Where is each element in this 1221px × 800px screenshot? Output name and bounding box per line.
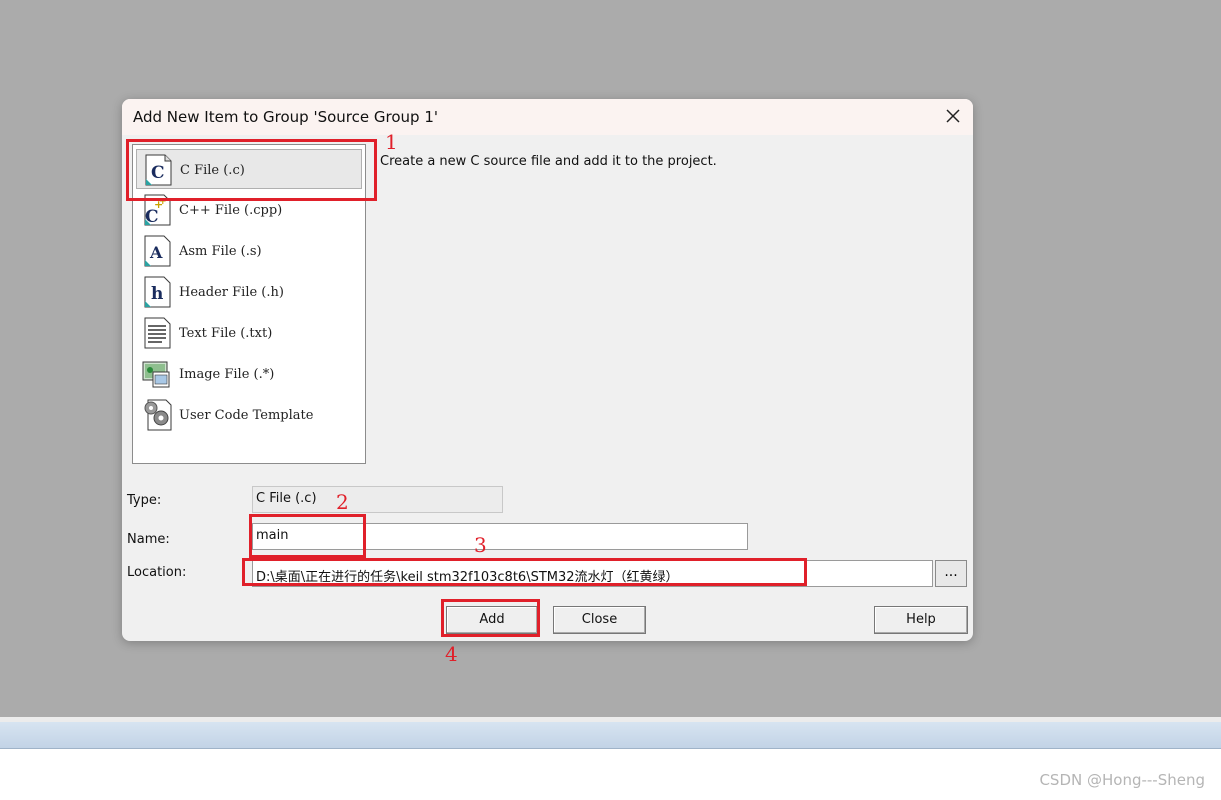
image-file-icon: [142, 361, 170, 388]
annotation-number-1: 1: [385, 130, 398, 154]
file-type-label: Asm File (.s): [179, 244, 262, 259]
svg-text:+: +: [159, 197, 167, 207]
type-label: Type:: [127, 493, 162, 508]
file-type-asm[interactable]: A Asm File (.s): [136, 231, 362, 271]
annotation-number-2: 2: [336, 490, 349, 514]
user-code-template-icon: [144, 399, 172, 431]
taskbar-strip: [0, 722, 1221, 749]
file-type-image[interactable]: Image File (.*): [136, 354, 362, 394]
add-new-item-dialog: Add New Item to Group 'Source Group 1' C…: [122, 99, 973, 641]
file-type-label: User Code Template: [179, 408, 314, 423]
c-file-icon: C: [145, 154, 172, 186]
location-label: Location:: [127, 565, 187, 580]
close-button[interactable]: Close: [553, 606, 646, 634]
add-button[interactable]: Add: [446, 606, 538, 634]
file-type-cpp[interactable]: C + + C++ File (.cpp): [136, 190, 362, 230]
file-type-description: Create a new C source file and add it to…: [380, 154, 717, 169]
file-type-list: C C File (.c) C + + C++ File (.cpp) A As…: [132, 144, 366, 464]
annotation-number-3: 3: [474, 533, 487, 557]
file-type-header[interactable]: h Header File (.h): [136, 272, 362, 312]
close-icon[interactable]: [944, 107, 962, 125]
page-footer: [0, 749, 1221, 800]
annotation-number-4: 4: [445, 642, 458, 666]
type-field: C File (.c): [252, 486, 503, 513]
browse-button[interactable]: ...: [935, 560, 967, 587]
asm-file-icon: A: [144, 235, 171, 267]
dialog-title: Add New Item to Group 'Source Group 1': [133, 108, 438, 126]
svg-text:A: A: [149, 243, 163, 262]
file-type-label: C++ File (.cpp): [179, 203, 283, 218]
svg-text:h: h: [151, 284, 163, 304]
file-type-label: Header File (.h): [179, 285, 284, 300]
file-type-label: Text File (.txt): [179, 326, 273, 341]
file-type-user-code-template[interactable]: User Code Template: [136, 395, 362, 435]
name-input[interactable]: main: [252, 523, 748, 550]
text-file-icon: [144, 317, 171, 349]
watermark: CSDN @Hong---Sheng: [1039, 771, 1205, 789]
svg-text:C: C: [151, 163, 165, 183]
header-file-icon: h: [144, 276, 171, 308]
file-type-label: C File (.c): [180, 163, 245, 178]
file-type-label: Image File (.*): [179, 367, 275, 382]
cpp-file-icon: C + +: [144, 194, 171, 226]
file-type-c[interactable]: C C File (.c): [136, 149, 362, 189]
location-input[interactable]: D:\桌面\正在进行的任务\keil stm32f103c8t6\STM32流水…: [252, 560, 933, 587]
dialog-titlebar[interactable]: Add New Item to Group 'Source Group 1': [122, 99, 973, 135]
name-label: Name:: [127, 532, 170, 547]
file-type-text[interactable]: Text File (.txt): [136, 313, 362, 353]
help-button[interactable]: Help: [874, 606, 968, 634]
